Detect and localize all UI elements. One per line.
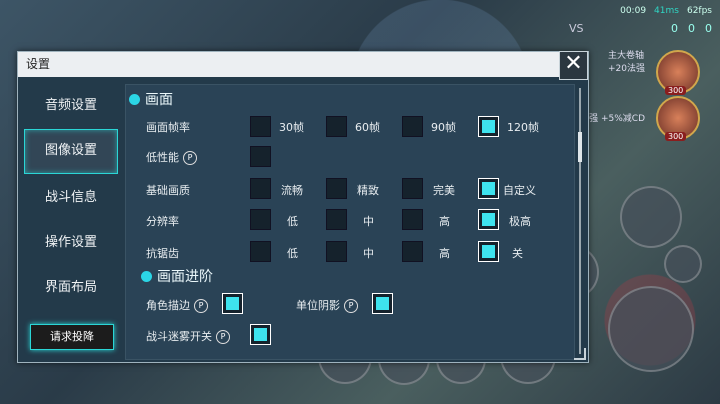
quality-perfect-checkbox[interactable] — [402, 178, 423, 199]
fog-checkbox[interactable] — [250, 324, 271, 345]
graphics-settings-content: 画面 画面帧率 30帧 60帧 90帧 120帧 低性能 P 基础画质 流畅 精致… — [125, 84, 575, 360]
close-button[interactable]: ✕ — [559, 51, 588, 80]
buff-1-title: 主大卷轴 — [608, 51, 645, 61]
quality-label: 基础画质 — [146, 184, 190, 197]
quality-fine-label: 精致 — [357, 184, 379, 197]
hud-status: 00:09 41ms 62fps — [620, 6, 712, 16]
resize-handle-icon[interactable] — [574, 348, 586, 360]
section-advanced: 画面进阶 — [141, 266, 213, 286]
buff-2-avatar[interactable]: 300 — [656, 96, 700, 141]
settings-dialog: 设置 ✕ 音频设置 图像设置 战斗信息 操作设置 界面布局 请求投降 画面 画面… — [17, 51, 589, 363]
vs-label: VS — [569, 22, 584, 35]
dialog-title: 设置 — [26, 57, 51, 71]
fps-readout: 62fps — [686, 6, 712, 16]
quality-custom-label: 自定义 — [503, 184, 536, 197]
attack-button[interactable] — [608, 286, 694, 372]
match-time: 00:09 — [620, 6, 647, 16]
antialias-label: 抗锯齿 — [146, 247, 179, 260]
antialias-off-checkbox[interactable] — [478, 241, 499, 262]
resolution-mid-checkbox[interactable] — [326, 209, 347, 230]
settings-sidebar: 音频设置 图像设置 战斗信息 操作设置 界面布局 — [24, 84, 118, 354]
buff-1-desc: +20法强 — [608, 64, 645, 74]
lowperf-label: 低性能 P — [146, 149, 197, 165]
outline-label-text: 角色描边 — [146, 299, 190, 312]
sidebar-item-audio[interactable]: 音频设置 — [24, 84, 118, 127]
shadow-label-text: 单位阴影 — [296, 299, 340, 312]
sidebar-item-layout[interactable]: 界面布局 — [24, 266, 118, 309]
scrollbar-track[interactable] — [579, 88, 581, 354]
framerate-90-label: 90帧 — [431, 121, 456, 134]
scrollbar-thumb[interactable] — [578, 132, 582, 162]
buff-2-level: 300 — [665, 132, 687, 141]
antialias-mid-label: 中 — [363, 247, 374, 260]
framerate-60-checkbox[interactable] — [326, 116, 347, 137]
antialias-high-checkbox[interactable] — [402, 241, 423, 262]
resolution-label: 分辨率 — [146, 215, 179, 228]
quality-smooth-label: 流畅 — [281, 184, 303, 197]
framerate-label: 画面帧率 — [146, 121, 190, 134]
sidebar-item-graphics[interactable]: 图像设置 — [24, 129, 118, 174]
outline-checkbox[interactable] — [222, 293, 243, 314]
quality-fine-checkbox[interactable] — [326, 178, 347, 199]
buff-1: 主大卷轴 +20法强 — [608, 48, 645, 74]
close-icon: ✕ — [564, 51, 583, 76]
antialias-high-label: 高 — [439, 247, 450, 260]
sidebar-item-combat-info[interactable]: 战斗信息 — [24, 176, 118, 219]
shadow-checkbox[interactable] — [372, 293, 393, 314]
outline-label: 角色描边 P — [146, 297, 208, 313]
quality-custom-checkbox[interactable] — [478, 178, 499, 199]
dialog-titlebar: 设置 ✕ — [18, 51, 588, 80]
surrender-button[interactable]: 请求投降 — [30, 324, 114, 350]
antialias-mid-checkbox[interactable] — [326, 241, 347, 262]
assists-count: 0 — [705, 22, 712, 35]
section-dot-icon — [129, 93, 140, 105]
kills-count: 0 — [671, 22, 678, 35]
resolution-mid-label: 中 — [363, 215, 374, 228]
resolution-low-label: 低 — [287, 215, 298, 228]
quality-smooth-checkbox[interactable] — [250, 178, 271, 199]
framerate-60-label: 60帧 — [355, 121, 380, 134]
lowperf-label-text: 低性能 — [146, 151, 179, 164]
help-icon[interactable]: P — [183, 151, 197, 165]
antialias-low-checkbox[interactable] — [250, 241, 271, 262]
section-advanced-title: 画面进阶 — [157, 269, 213, 285]
section-graphics: 画面 — [129, 89, 173, 109]
resolution-high-checkbox[interactable] — [402, 209, 423, 230]
resolution-ultra-label: 极高 — [509, 215, 531, 228]
section-graphics-title: 画面 — [145, 92, 173, 108]
lowperf-checkbox[interactable] — [250, 146, 271, 167]
skill-button-1[interactable] — [620, 186, 682, 248]
kda-score: 0 0 0 — [671, 22, 712, 35]
resolution-ultra-checkbox[interactable] — [478, 209, 499, 230]
skill-button-2[interactable] — [664, 245, 702, 283]
quality-perfect-label: 完美 — [433, 184, 455, 197]
framerate-120-label: 120帧 — [507, 121, 539, 134]
buff-1-level: 300 — [665, 86, 687, 95]
help-icon[interactable]: P — [194, 299, 208, 313]
framerate-120-checkbox[interactable] — [478, 116, 499, 137]
buff-1-avatar[interactable]: 300 — [656, 50, 700, 95]
sidebar-item-controls[interactable]: 操作设置 — [24, 221, 118, 264]
help-icon[interactable]: P — [216, 330, 230, 344]
help-icon[interactable]: P — [344, 299, 358, 313]
framerate-30-label: 30帧 — [279, 121, 304, 134]
framerate-30-checkbox[interactable] — [250, 116, 271, 137]
ping-readout: 41ms — [654, 6, 679, 16]
antialias-off-label: 关 — [512, 247, 523, 260]
deaths-count: 0 — [688, 22, 695, 35]
resolution-low-checkbox[interactable] — [250, 209, 271, 230]
fog-label-text: 战斗迷雾开关 — [146, 330, 212, 343]
fog-label: 战斗迷雾开关 P — [146, 328, 230, 344]
resolution-high-label: 高 — [439, 215, 450, 228]
framerate-90-checkbox[interactable] — [402, 116, 423, 137]
section-dot-icon — [141, 270, 152, 282]
antialias-low-label: 低 — [287, 247, 298, 260]
shadow-label: 单位阴影 P — [296, 297, 358, 313]
